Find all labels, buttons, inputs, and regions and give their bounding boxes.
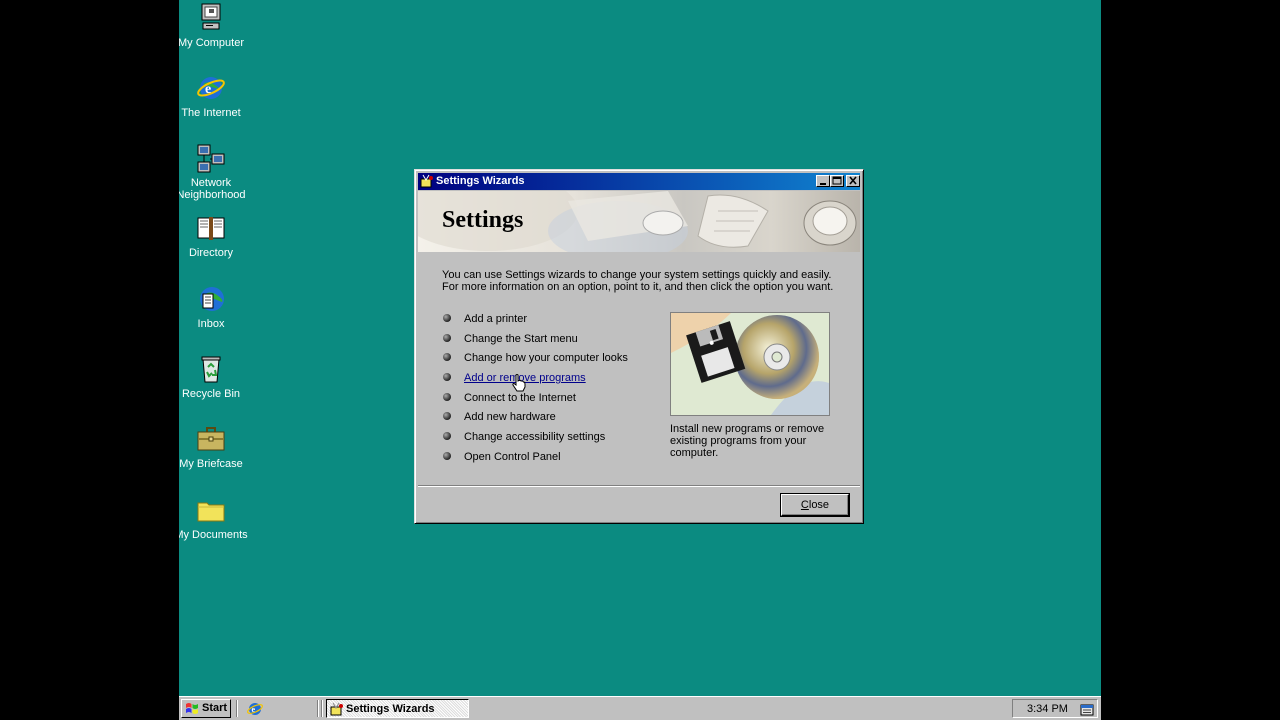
maximize-icon [832,176,842,185]
bullet-icon [443,432,451,441]
bullet-icon [443,353,451,362]
bullet-icon [443,451,451,460]
my-computer-icon [195,2,227,34]
folder-icon [195,494,227,526]
close-window-button[interactable] [846,175,860,187]
desktop-icon-label: My Documents [179,529,248,541]
option-label: Change how your computer looks [464,352,628,365]
desktop-icon-label: My Briefcase [179,458,243,470]
desktop-icon-the-internet[interactable]: e The Internet [179,72,249,119]
maximize-button[interactable] [830,175,844,187]
recycle-bin-icon [195,353,227,385]
clock[interactable]: 3:34 PM [1027,703,1068,715]
desktop-icon-label: The Internet [181,107,241,119]
option-accessibility-settings[interactable]: Change accessibility settings [442,430,662,450]
briefcase-icon [195,423,227,455]
quick-launch-ie-icon[interactable]: e [247,701,263,717]
option-label: Add new hardware [464,411,556,424]
option-connect-internet[interactable]: Connect to the Internet [442,391,662,411]
taskbar-separator [236,700,238,717]
network-icon [195,142,227,174]
desktop-icon-my-briefcase[interactable]: My Briefcase [179,423,249,470]
window-body: You can use Settings wizards to change y… [418,252,860,485]
start-label: Start [202,702,228,714]
footer-divider [418,485,860,487]
option-add-remove-programs[interactable]: Add or remove programs [442,371,662,392]
svg-text:e: e [205,82,211,97]
taskbar: Start e Settings Wizards 3:34 PM [179,696,1101,720]
desktop-icon-network-neighborhood[interactable]: Network Neighborhood [179,142,249,201]
desktop-icon-my-documents[interactable]: My Documents [179,494,249,541]
wizard-options-list: Add a printer Change the Start menu Chan… [442,312,662,470]
option-label: Open Control Panel [464,450,561,463]
bullet-icon [443,373,451,382]
desktop-icon-label: Directory [188,247,233,259]
minimize-icon [820,183,826,185]
close-mnemonic: C [800,499,809,511]
intro-text: You can use Settings wizards to change y… [442,269,834,293]
settings-banner: Settings [418,191,860,252]
bullet-icon [443,333,451,342]
settings-wizards-window: Settings Wizards Settings You can use Se… [414,169,864,524]
desktop-icon-inbox[interactable]: Inbox [179,283,249,330]
windows-logo-icon [186,703,198,714]
settings-wizard-icon [420,174,434,188]
hand-cursor-icon [512,374,526,392]
close-icon [849,176,857,185]
book-icon [195,212,227,244]
desktop: My Computer e The Internet Network Neigh… [179,0,1101,720]
option-description: Install new programs or remove existing … [670,423,825,459]
option-add-printer[interactable]: Add a printer [442,312,662,332]
taskbar-item-label: Settings Wizards [346,703,435,715]
desktop-icon-label: My Computer [179,37,245,49]
bullet-icon [443,412,451,421]
option-change-start-menu[interactable]: Change the Start menu [442,332,662,352]
option-open-control-panel[interactable]: Open Control Panel [442,450,662,470]
internet-explorer-icon: e [195,72,227,104]
banner-title: Settings [442,207,524,233]
svg-text:e: e [252,705,256,714]
taskbar-item-settings-wizards[interactable]: Settings Wizards [326,699,469,718]
desktop-icon-label: Inbox [197,318,225,330]
desktop-icon-label: Network Neighborhood [179,177,246,201]
scheduler-tray-icon[interactable] [1080,702,1094,716]
desktop-icon-directory[interactable]: Directory [179,212,249,259]
option-label: Change the Start menu [464,332,578,345]
minimize-button[interactable] [816,175,830,187]
option-change-computer-looks[interactable]: Change how your computer looks [442,351,662,371]
taskbar-separator [317,700,319,717]
option-label: Connect to the Internet [464,391,576,404]
option-label: Add a printer [464,313,527,325]
start-button[interactable]: Start [181,699,231,718]
preview-image [670,312,830,416]
taskbar-separator [321,700,323,717]
option-label: Change accessibility settings [464,431,606,444]
floppy-and-cd-icon [671,313,829,415]
close-label-rest: lose [808,499,830,511]
inbox-icon [195,283,227,315]
bullet-icon [443,314,451,322]
desktop-icon-label: Recycle Bin [181,388,241,400]
settings-wizard-icon [330,702,343,716]
bullet-icon [443,392,451,401]
close-button[interactable]: Close [780,493,850,517]
window-title: Settings Wizards [436,175,525,187]
option-add-new-hardware[interactable]: Add new hardware [442,410,662,430]
desktop-icon-my-computer[interactable]: My Computer [179,2,249,49]
system-tray: 3:34 PM [1012,699,1098,718]
title-bar[interactable]: Settings Wizards [418,173,860,190]
desktop-icon-recycle-bin[interactable]: Recycle Bin [179,353,249,400]
